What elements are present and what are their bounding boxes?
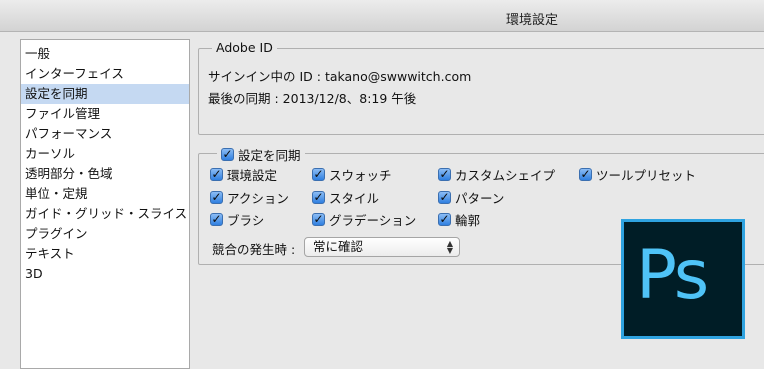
sidebar-item-general[interactable]: 一般 (21, 44, 189, 64)
sidebar-item-type[interactable]: テキスト (21, 244, 189, 264)
conflict-select-value: 常に確認 (313, 239, 364, 254)
sync-option-label: パターン (455, 191, 505, 206)
checkbox-checked-icon: ✓ (221, 147, 234, 161)
last-sync-time: 最後の同期 : 2013/12/8、8:19 午後 (208, 91, 417, 106)
conflict-label: 競合の発生時 : (212, 242, 296, 257)
sync-option-swatches[interactable]: ✓ スウォッチ (312, 165, 392, 184)
photoshop-logo-text: Ps (636, 236, 709, 315)
checkbox-checked-icon: ✓ (312, 212, 325, 226)
sync-option-brushes[interactable]: ✓ ブラシ (210, 210, 264, 229)
sync-settings-label: 設定を同期 (238, 148, 301, 163)
sync-option-actions[interactable]: ✓ アクション (210, 188, 289, 207)
sidebar-item-cursors[interactable]: カーソル (21, 144, 189, 164)
sync-option-label: アクション (227, 191, 289, 206)
sync-option-label: スタイル (329, 191, 380, 206)
window-title: 環境設定 (505, 13, 558, 28)
preferences-sidebar: 一般 インターフェイス 設定を同期 ファイル管理 パフォーマンス カーソル 透明… (20, 39, 190, 369)
updown-arrows-icon: ▲ ▼ (446, 239, 453, 255)
photoshop-logo: Ps (621, 219, 745, 339)
checkbox-checked-icon: ✓ (579, 167, 592, 181)
sync-option-styles[interactable]: ✓ スタイル (312, 188, 379, 207)
title-bar: 環境設定 (0, 0, 764, 32)
sidebar-item-sync-settings[interactable]: 設定を同期 (21, 84, 189, 104)
sidebar-item-transparency-gamut[interactable]: 透明部分・色域 (21, 164, 189, 184)
checkbox-checked-icon: ✓ (312, 167, 325, 181)
sync-option-label: 輪郭 (455, 213, 481, 228)
sidebar-item-file-handling[interactable]: ファイル管理 (21, 104, 189, 124)
sync-option-gradients[interactable]: ✓ グラデーション (312, 210, 416, 229)
sync-option-label: 環境設定 (227, 168, 278, 183)
sync-option-label: カスタムシェイプ (455, 168, 556, 183)
checkbox-checked-icon: ✓ (312, 190, 325, 204)
sync-option-label: スウォッチ (329, 168, 392, 183)
sidebar-item-units-rulers[interactable]: 単位・定規 (21, 184, 189, 204)
sync-option-custom-shapes[interactable]: ✓ カスタムシェイプ (438, 165, 555, 184)
sync-settings-checkbox[interactable]: ✓ 設定を同期 (217, 145, 305, 164)
checkbox-checked-icon: ✓ (438, 190, 451, 204)
sidebar-item-interface[interactable]: インターフェイス (21, 64, 189, 84)
checkbox-checked-icon: ✓ (438, 212, 451, 226)
conflict-select[interactable]: 常に確認 ▲ ▼ (304, 237, 460, 257)
sidebar-item-plugins[interactable]: プラグイン (21, 224, 189, 244)
sync-option-preferences[interactable]: ✓ 環境設定 (210, 165, 277, 184)
checkbox-checked-icon: ✓ (210, 212, 223, 226)
checkbox-checked-icon: ✓ (210, 167, 223, 181)
adobe-id-legend: Adobe ID (212, 40, 277, 55)
sync-option-label: グラデーション (329, 213, 417, 228)
sync-option-label: ブラシ (227, 213, 265, 228)
sidebar-item-performance[interactable]: パフォーマンス (21, 124, 189, 144)
sidebar-item-3d[interactable]: 3D (21, 264, 189, 284)
checkbox-checked-icon: ✓ (210, 190, 223, 204)
checkbox-checked-icon: ✓ (438, 167, 451, 181)
sync-option-tool-presets[interactable]: ✓ ツールプリセット (579, 165, 696, 184)
sync-option-contours[interactable]: ✓ 輪郭 (438, 210, 480, 229)
sync-option-label: ツールプリセット (596, 168, 697, 183)
sidebar-item-guides-grid-slices[interactable]: ガイド・グリッド・スライス (21, 204, 189, 224)
signed-in-id: サインイン中の ID : takano@swwwitch.com (208, 69, 472, 84)
sync-option-patterns[interactable]: ✓ パターン (438, 188, 504, 207)
